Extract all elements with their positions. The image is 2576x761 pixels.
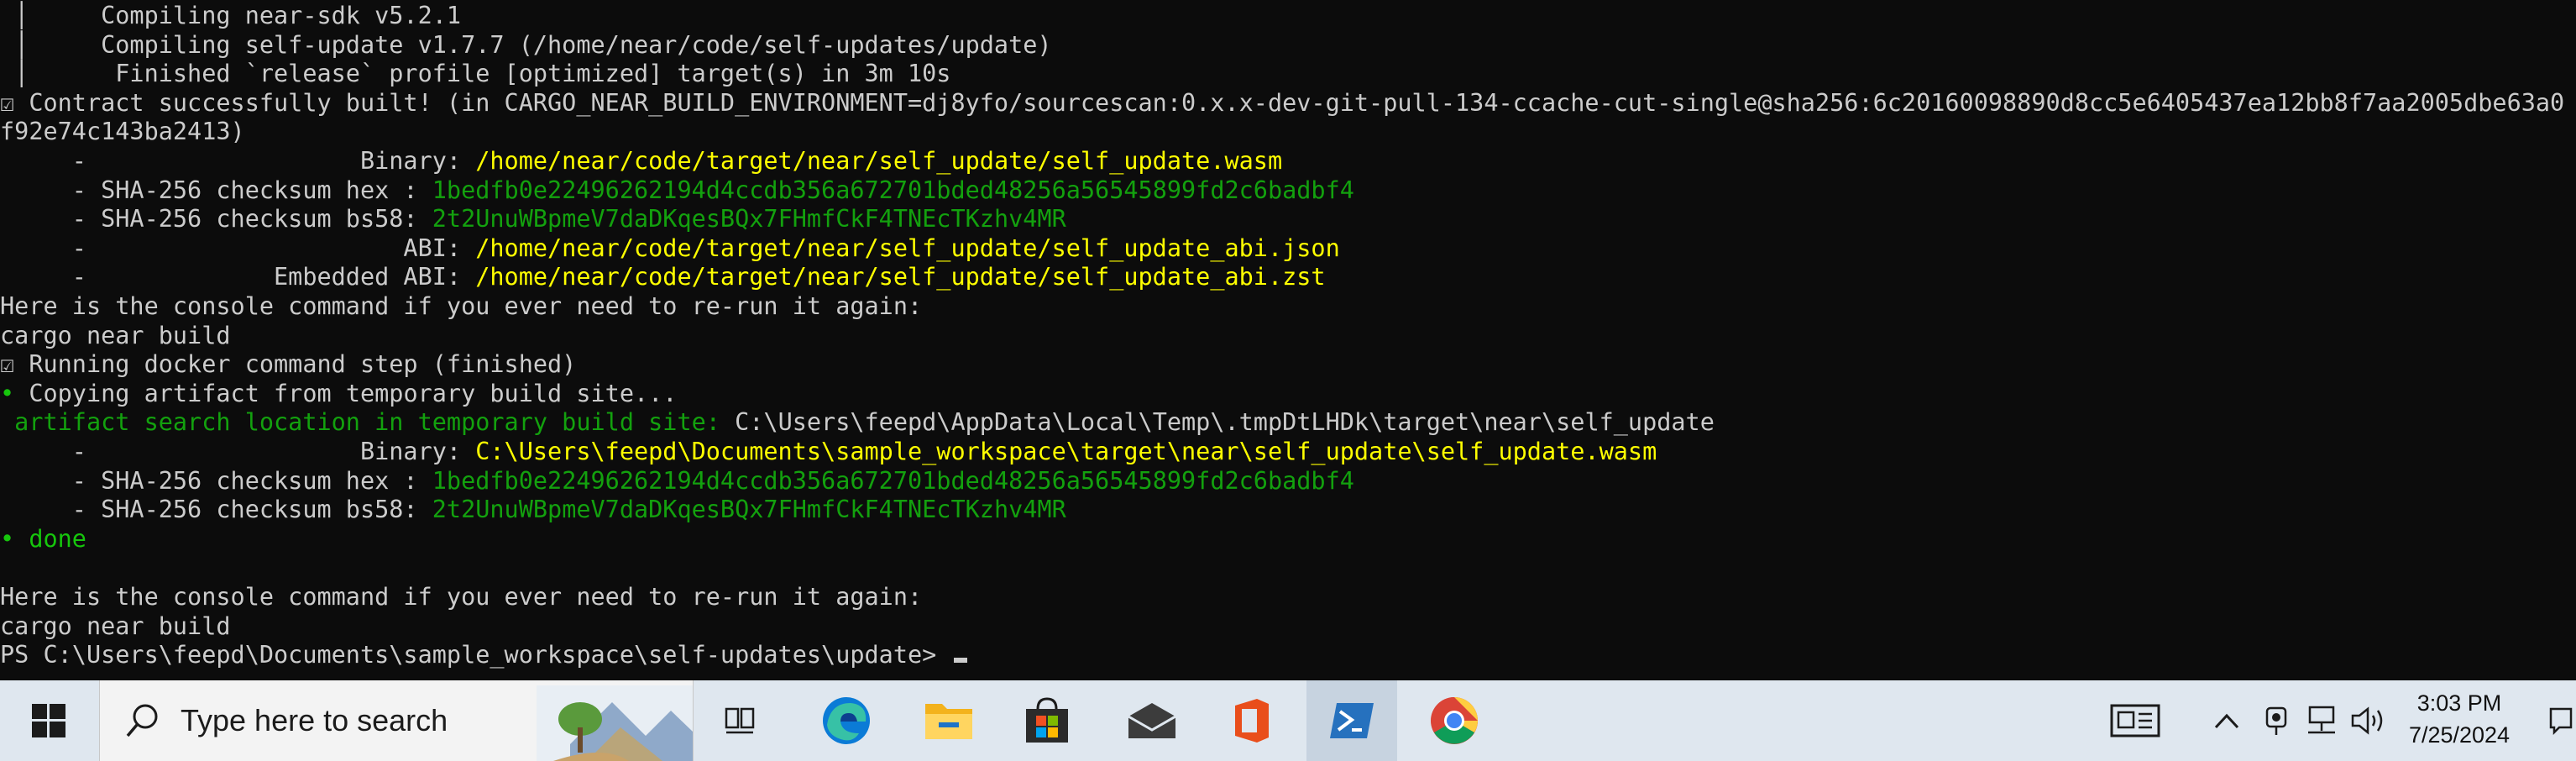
network-button[interactable] bbox=[2301, 680, 2343, 761]
terminal-window[interactable]: │ Compiling near-sdk v5.2.1 │ Compiling … bbox=[0, 0, 2576, 680]
windows-logo-icon bbox=[32, 704, 65, 737]
terminal-text: • bbox=[0, 379, 15, 407]
terminal-line: artifact search location in temporary bu… bbox=[0, 408, 1715, 437]
start-button[interactable] bbox=[0, 680, 97, 761]
taskbar: Type here to search 3:03 PM 7/25/2024 bbox=[0, 680, 2576, 761]
terminal-line: • Copying artifact from temporary build … bbox=[0, 380, 677, 408]
terminal-text: Here is the console command if you ever … bbox=[0, 583, 923, 611]
terminal-text: - SHA-256 checksum bs58: bbox=[0, 205, 432, 234]
mail-button[interactable] bbox=[1122, 680, 1182, 761]
terminal-line: f92e74c143ba2413) bbox=[0, 118, 245, 146]
terminal-text: │ Compiling near-sdk v5.2.1 bbox=[0, 2, 462, 29]
terminal-text: ☑ Running docker command step (finished) bbox=[0, 350, 577, 379]
chrome-button[interactable] bbox=[1424, 680, 1484, 761]
terminal-cursor bbox=[954, 658, 968, 664]
task-view-button[interactable] bbox=[715, 680, 767, 761]
terminal-text: Copying artifact from temporary build si… bbox=[14, 379, 678, 407]
terminal-text: PS C:\Users\feepd\Documents\sample_works… bbox=[0, 641, 951, 669]
terminal-text: 2t2UnuWBpmeV7daDKqesBQx7FHmfCkF4TNEcTKzh… bbox=[432, 496, 1066, 524]
meet-now-icon bbox=[2265, 706, 2287, 735]
microsoft-store-icon bbox=[1026, 697, 1068, 743]
edge-button[interactable] bbox=[813, 680, 880, 761]
search-highlight-landscape-icon bbox=[537, 685, 693, 761]
chevron-up-icon bbox=[2214, 713, 2239, 729]
terminal-text: - Binary: bbox=[0, 147, 476, 175]
volume-icon bbox=[2351, 706, 2383, 735]
show-hidden-icons-button[interactable] bbox=[2208, 680, 2245, 761]
terminal-line: - ABI: /home/near/code/target/near/self_… bbox=[0, 234, 1340, 263]
terminal-text: artifact search location in temporary bu… bbox=[0, 408, 736, 437]
powershell-button[interactable] bbox=[1306, 680, 1397, 761]
terminal-text: - ABI: bbox=[0, 234, 476, 262]
terminal-line: Here is the console command if you ever … bbox=[0, 292, 922, 321]
office-icon bbox=[1235, 699, 1269, 743]
edge-icon bbox=[823, 697, 870, 744]
terminal-text: - Embedded ABI: bbox=[0, 263, 476, 291]
terminal-text: cargo near build bbox=[0, 321, 231, 349]
terminal-text: • done bbox=[0, 524, 86, 553]
chrome-icon bbox=[1431, 697, 1478, 744]
terminal-line: │ Compiling self-update v1.7.7 (/home/ne… bbox=[0, 30, 1052, 60]
clock-time: 3:03 PM bbox=[2416, 690, 2502, 716]
terminal-line: • done bbox=[0, 525, 86, 554]
terminal-text: - Binary: bbox=[0, 438, 476, 465]
terminal-text: C:\Users\feepd\AppData\Local\Temp\.tmpDt… bbox=[735, 408, 1715, 437]
terminal-text: f92e74c143ba2413) bbox=[0, 118, 245, 146]
office-button[interactable] bbox=[1226, 680, 1278, 761]
meet-now-button[interactable] bbox=[2259, 680, 2294, 761]
clock-date: 7/25/2024 bbox=[2408, 722, 2511, 748]
terminal-line: cargo near build bbox=[0, 612, 231, 641]
terminal-text: 1bedfb0e22496262194d4ccdb356a672701bded4… bbox=[432, 466, 1354, 495]
terminal-line: ☑ Contract successfully built! (in CARGO… bbox=[0, 89, 2564, 118]
notifications-button[interactable] bbox=[2544, 680, 2576, 761]
terminal-text: C:\Users\feepd\Documents\sample_workspac… bbox=[475, 438, 1657, 465]
terminal-text: │ Finished `release` profile [optimized]… bbox=[0, 60, 951, 88]
terminal-line: ☑ Running docker command step (finished) bbox=[0, 350, 576, 379]
notification-icon bbox=[2549, 707, 2573, 736]
terminal-line: - Binary: C:\Users\feepd\Documents\sampl… bbox=[0, 438, 1657, 466]
news-widget-button[interactable] bbox=[2106, 680, 2165, 761]
taskbar-search-box[interactable]: Type here to search bbox=[99, 680, 694, 761]
file-explorer-button[interactable] bbox=[915, 680, 982, 761]
terminal-line: - Binary: /home/near/code/target/near/se… bbox=[0, 147, 1282, 176]
task-view-icon bbox=[725, 707, 755, 734]
microsoft-store-button[interactable] bbox=[1018, 680, 1076, 761]
terminal-text: - SHA-256 checksum hex : bbox=[0, 466, 432, 495]
terminal-text: ☑ Contract successfully built! (in CARGO… bbox=[0, 88, 2565, 117]
terminal-line: cargo near build bbox=[0, 322, 231, 350]
terminal-text: │ Compiling self-update v1.7.7 (/home/ne… bbox=[0, 30, 1052, 59]
terminal-text: cargo near build bbox=[0, 611, 231, 640]
terminal-text: /home/near/code/target/near/self_update/… bbox=[475, 234, 1340, 262]
terminal-text: Here is the console command if you ever … bbox=[0, 292, 923, 320]
search-placeholder: Type here to search bbox=[181, 703, 448, 737]
terminal-text: /home/near/code/target/near/self_update/… bbox=[475, 263, 1326, 291]
powershell-icon bbox=[1330, 703, 1374, 738]
mail-icon bbox=[1128, 703, 1176, 738]
terminal-text: 2t2UnuWBpmeV7daDKqesBQx7FHmfCkF4TNEcTKzh… bbox=[432, 205, 1066, 234]
network-icon bbox=[2308, 706, 2335, 734]
terminal-text: - SHA-256 checksum hex : bbox=[0, 176, 432, 204]
terminal-line: │ Finished `release` profile [optimized]… bbox=[0, 60, 950, 88]
news-icon bbox=[2110, 704, 2160, 737]
terminal-text: - SHA-256 checksum bs58: bbox=[0, 496, 432, 524]
volume-button[interactable] bbox=[2348, 680, 2390, 761]
terminal-text: /home/near/code/target/near/self_update/… bbox=[475, 147, 1283, 175]
terminal-line: - SHA-256 checksum bs58: 2t2UnuWBpmeV7da… bbox=[0, 205, 1066, 234]
terminal-line: - SHA-256 checksum hex : 1bedfb0e2249626… bbox=[0, 467, 1354, 496]
terminal-line: PS C:\Users\feepd\Documents\sample_works… bbox=[0, 641, 968, 669]
terminal-text: 1bedfb0e22496262194d4ccdb356a672701bded4… bbox=[432, 176, 1354, 204]
file-explorer-icon bbox=[925, 704, 972, 739]
terminal-line: - SHA-256 checksum hex : 1bedfb0e2249626… bbox=[0, 176, 1354, 205]
terminal-line: - Embedded ABI: /home/near/code/target/n… bbox=[0, 263, 1326, 291]
terminal-line: Here is the console command if you ever … bbox=[0, 583, 922, 611]
terminal-line: - SHA-256 checksum bs58: 2t2UnuWBpmeV7da… bbox=[0, 496, 1066, 524]
terminal-line: │ Compiling near-sdk v5.2.1 bbox=[0, 2, 461, 30]
clock[interactable]: 3:03 PM 7/25/2024 bbox=[2396, 687, 2522, 751]
search-icon bbox=[126, 704, 158, 737]
